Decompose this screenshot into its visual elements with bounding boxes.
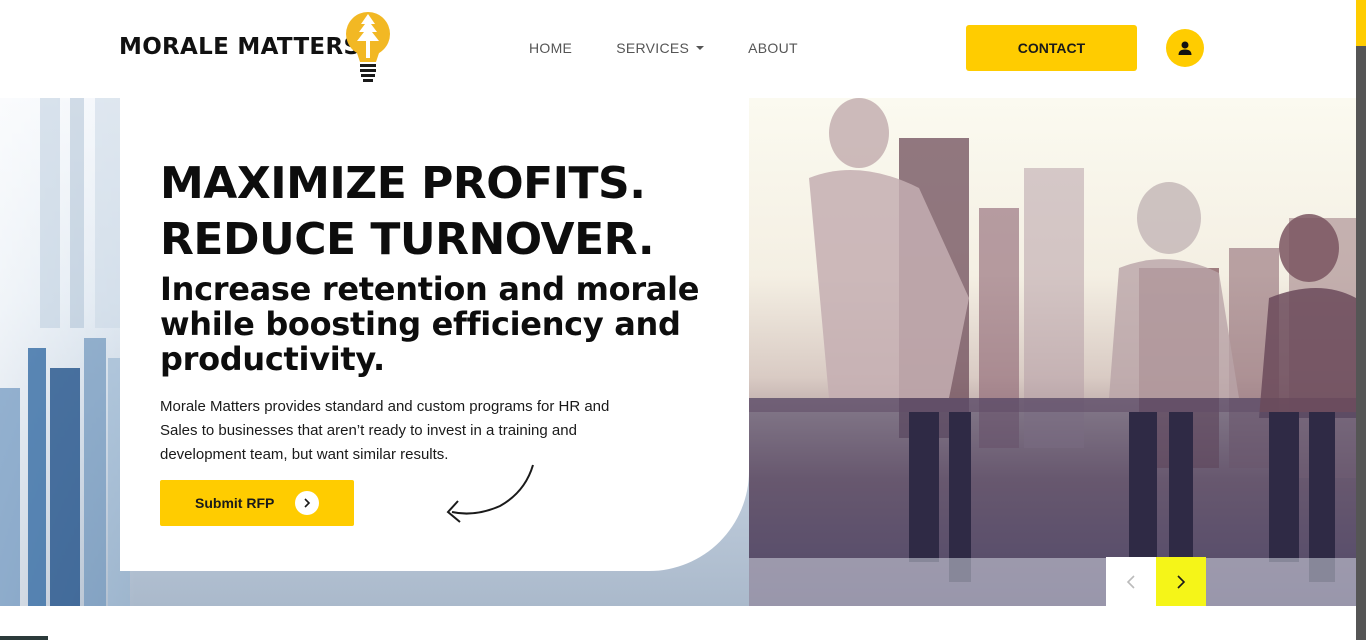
nav-services[interactable]: SERVICES xyxy=(616,40,705,56)
caret-down-icon xyxy=(696,46,705,50)
next-section-edge xyxy=(0,606,1356,640)
business-team-silhouette-photo xyxy=(749,98,1356,606)
nav-about[interactable]: ABOUT xyxy=(748,40,798,56)
nav-home-label: HOME xyxy=(529,40,573,56)
submit-rfp-label: Submit RFP xyxy=(195,495,275,511)
slider-next-button[interactable] xyxy=(1156,557,1206,607)
hero-description: Morale Matters provides standard and cus… xyxy=(160,398,610,463)
headline-line-1: MAXIMIZE PROFITS. xyxy=(160,158,646,209)
contact-label: CONTACT xyxy=(1017,40,1086,56)
submit-rfp-button[interactable]: Submit RFP xyxy=(160,480,354,526)
curved-arrow-icon xyxy=(446,464,534,523)
page-scrollbar[interactable] xyxy=(1356,0,1366,640)
hero-subheadline: Increase retention and morale while boos… xyxy=(160,270,700,378)
user-icon xyxy=(1178,41,1192,55)
main-nav: HOME SERVICES ABOUT xyxy=(529,40,842,56)
hero-headline: MAXIMIZE PROFITS. REDUCE TURNOVER. xyxy=(160,156,655,268)
nav-home[interactable]: HOME xyxy=(529,40,572,56)
scrollbar-thumb[interactable] xyxy=(1356,0,1366,46)
chevron-right-icon xyxy=(295,491,319,515)
headline-line-2: REDUCE TURNOVER. xyxy=(160,214,655,265)
hero-left-skyline-image xyxy=(0,338,130,606)
brand-name[interactable]: MORALE MATTERS xyxy=(119,34,360,60)
footer-edge xyxy=(0,636,48,640)
lightbulb-tree-icon[interactable] xyxy=(344,10,392,86)
contact-button[interactable]: CONTACT xyxy=(966,25,1137,71)
site-header: MORALE MATTERS HOME SERVICES ABOUT CONTA… xyxy=(0,0,1356,98)
slider-prev-button[interactable] xyxy=(1106,557,1156,607)
nav-about-label: ABOUT xyxy=(748,40,798,56)
hero-left-glass-image xyxy=(40,98,120,328)
hero-photo xyxy=(749,98,1356,606)
chevron-right-icon xyxy=(1177,575,1186,589)
chevron-left-icon xyxy=(1126,575,1135,589)
nav-services-label: SERVICES xyxy=(616,40,690,56)
page: MAXIMIZE PROFITS. REDUCE TURNOVER. Incre… xyxy=(0,0,1366,640)
user-account-button[interactable] xyxy=(1166,29,1204,67)
